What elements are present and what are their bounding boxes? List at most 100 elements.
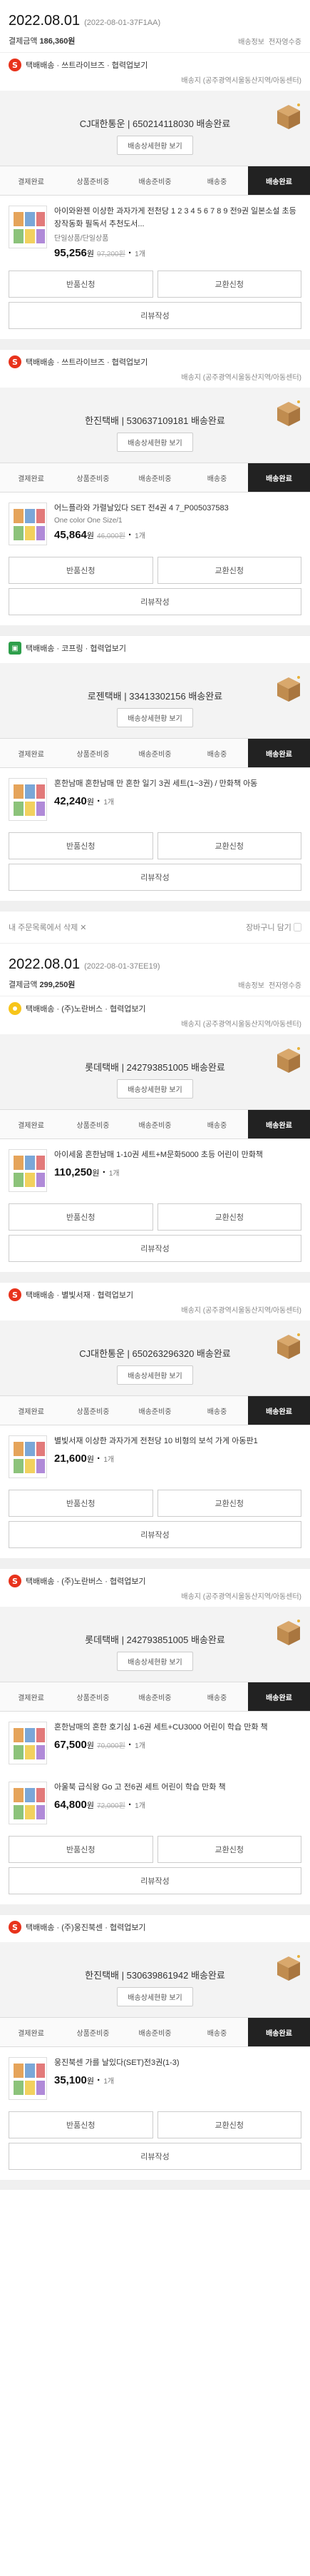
tracking-detail-button[interactable]: 배송상세현황 보기 (117, 1987, 193, 2007)
delivery-step: 배송중 (186, 1110, 248, 1139)
payment-label: 결제금액 (9, 981, 38, 990)
review-button[interactable]: 리뷰작성 (9, 864, 301, 892)
review-button[interactable]: 리뷰작성 (9, 1867, 301, 1895)
product-price: 67,500원 70,000원 · 1개 (54, 1738, 145, 1751)
product-title[interactable]: 혼한남매 혼한남매 만 혼한 일기 3권 세트(1~3권) / 만화책 아동 (54, 778, 301, 791)
tracking-detail-button[interactable]: 배송상세현황 보기 (117, 136, 193, 155)
exchange-button[interactable]: 교환신청 (157, 557, 301, 585)
section-divider (0, 2180, 310, 2191)
shipment-seller[interactable]: 택배배송 · 쓰트라이브즈 · 협력업보기 (26, 356, 148, 368)
delivery-steps: 결제완료 상품준비중 배송준비중 배송중 배송완료 (0, 2017, 310, 2048)
package-icon (274, 1330, 303, 1360)
delivery-step: 결제완료 (0, 166, 62, 195)
return-button[interactable]: 반품신청 (9, 1836, 153, 1864)
shipment-seller[interactable]: 택배배송 · (주)노란버스 · 협력업보기 (26, 1003, 146, 1014)
shipment: S 택배배송 · 별빛서재 · 협력업보기 배송지 (공주광역시울동산지역/아동센터… (0, 1282, 310, 1569)
tracking-panel: 롯데택배 | 242793851005 배송완료 배송상세현황 보기 (0, 1607, 310, 1682)
tracking-detail-button[interactable]: 배송상세현황 보기 (117, 1079, 193, 1099)
return-button[interactable]: 반품신청 (9, 1490, 153, 1517)
return-button[interactable]: 반품신청 (9, 557, 153, 585)
product-quantity: 1개 (135, 1742, 145, 1750)
review-button[interactable]: 리뷰작성 (9, 2143, 301, 2171)
product-item: 혼한남매 혼한남매 만 혼한 일기 3권 세트(1~3권) / 만화책 아동 42… (0, 768, 310, 828)
action-buttons: 반품신청 교환신청 (0, 1199, 310, 1235)
shipment-seller[interactable]: 택배배송 · (주)웅진북센 · 협력업보기 (26, 1921, 146, 1933)
product-thumbnail[interactable] (9, 206, 47, 248)
shipment-address (0, 1934, 310, 1942)
tracking-detail-button[interactable]: 배송상세현황 보기 (117, 1365, 193, 1385)
product-item: 웅진북센 가를 날있다(SET)전3권(1-3) 35,100원 · 1개 (0, 2047, 310, 2107)
seller-badge-icon: S (9, 355, 21, 369)
product-thumbnail[interactable] (9, 1782, 47, 1825)
product-thumbnail[interactable] (9, 1722, 47, 1765)
price-unit: 원 (86, 1455, 95, 1464)
shipment-seller[interactable]: 택배배송 · 쓰트라이브즈 · 협력업보기 (26, 59, 148, 71)
product-title[interactable]: 웅진북센 가를 날있다(SET)전3권(1-3) (54, 2057, 301, 2070)
order-link[interactable]: 전자영수증 (269, 36, 301, 46)
product-thumbnail[interactable] (9, 1435, 47, 1479)
delivery-step: 배송중 (186, 1396, 248, 1425)
payment-amount: 299,250원 (39, 981, 76, 990)
product-info: 별빛서재 이상한 과자가게 전천당 10 비형의 보석 가게 아동판1 21,60… (54, 1435, 301, 1478)
product-title[interactable]: 아이와완젠 이상한 과자가게 전천당 1 2 3 4 5 6 7 8 9 전9권… (54, 206, 301, 231)
delivery-step: 배송완료 (248, 463, 310, 493)
price-unit: 원 (86, 531, 95, 540)
product-title[interactable]: 별빛서재 이상한 과자가게 전천당 10 비형의 보석 가게 아동판1 (54, 1435, 301, 1448)
return-button[interactable]: 반품신청 (9, 271, 153, 298)
product-thumbnail[interactable] (9, 778, 47, 822)
delivery-step: 배송완료 (248, 166, 310, 195)
exchange-button[interactable]: 교환신청 (157, 1490, 301, 1517)
product-thumbnail[interactable] (9, 502, 47, 546)
exchange-button[interactable]: 교환신청 (157, 832, 301, 860)
product-option: 단일상품/단일상품 (54, 235, 109, 243)
return-button[interactable]: 반품신청 (9, 1203, 153, 1231)
delivery-step: 상품준비중 (62, 166, 124, 195)
exchange-button[interactable]: 교환신청 (157, 1836, 301, 1864)
product-option: One color One Size/1 (54, 516, 123, 525)
order-link[interactable]: 배송정보 (238, 979, 264, 990)
review-button[interactable]: 리뷰작성 (9, 1521, 301, 1549)
review-button[interactable]: 리뷰작성 (9, 302, 301, 330)
tracking-detail-button[interactable]: 배송상세현황 보기 (117, 433, 193, 453)
product-title[interactable]: 아울북 급식왕 Go 고 전6권 세트 어린이 학습 만화 책 (54, 1782, 301, 1794)
product-thumbnail[interactable] (9, 2057, 47, 2101)
return-button[interactable]: 반품신청 (9, 2111, 153, 2139)
product-price: 45,864원 46,000원 · 1개 (54, 528, 145, 541)
product-info: 어느플라와 가렬날있다 SET 전4권 4 7_P005037583 One co… (54, 502, 301, 545)
shipment-seller[interactable]: 택배배송 · 코프링 · 협력업보기 (26, 642, 126, 654)
delivery-step: 배송완료 (248, 1396, 310, 1425)
action-buttons: 반품신청 교환신청 (0, 1485, 310, 1521)
package-icon (274, 673, 303, 703)
product-title[interactable]: 혼한남매의 혼한 호기심 1-6권 세트+CU3000 어린이 학습 만화 책 (54, 1722, 301, 1734)
shipment-seller[interactable]: 택배배송 · (주)노란버스 · 협력업보기 (26, 1575, 146, 1587)
shipment: S 택배배송 · 쓰트라이브즈 · 협력업보기 배송지 (공주광역시울동산지역/아동… (0, 52, 310, 350)
product-title[interactable]: 아이세움 혼한남매 1-10권 세트+M문화5000 초등 어린이 만화책 (54, 1149, 301, 1162)
delivery-step: 결제완료 (0, 739, 62, 768)
exchange-button[interactable]: 교환신청 (157, 2111, 301, 2139)
seller-badge-icon: S (9, 1288, 21, 1302)
order-link[interactable]: 전자영수증 (269, 979, 301, 990)
product-thumbnail[interactable] (9, 1149, 47, 1193)
add-to-cart-button[interactable]: 장바구니 담기 ▢ (246, 921, 301, 933)
exchange-button[interactable]: 교환신청 (157, 271, 301, 298)
shipment: S 택배배송 · 쓰트라이브즈 · 협력업보기 배송지 (공주광역시울동산지역/아동… (0, 349, 310, 636)
order-group: 2022.08.01 (2022-08-01-37EE19) 결제금액 299,25… (0, 944, 310, 2191)
section-divider (0, 1558, 310, 1569)
order-link[interactable]: 배송정보 (238, 36, 264, 46)
delete-order-button[interactable]: 내 주문목록에서 삭제 ✕ (9, 921, 86, 933)
tracking-panel: 한진택배 | 530639861942 배송완료 배송상세현황 보기 (0, 1942, 310, 2018)
shipment-seller[interactable]: 택배배송 · 별빛서재 · 협력업보기 (26, 1289, 133, 1300)
review-button[interactable]: 리뷰작성 (9, 1235, 301, 1263)
review-button[interactable]: 리뷰작성 (9, 588, 301, 616)
delivery-step: 배송준비중 (124, 1110, 186, 1139)
exchange-button[interactable]: 교환신청 (157, 1203, 301, 1231)
tracking-detail-button[interactable]: 배송상세현황 보기 (117, 708, 193, 728)
action-buttons: 반품신청 교환신청 (0, 828, 310, 864)
delivery-step: 배송중 (186, 166, 248, 195)
delivery-step: 배송중 (186, 739, 248, 768)
product-title[interactable]: 어느플라와 가렬날있다 SET 전4권 4 7_P005037583 (54, 502, 301, 515)
price-value: 42,240 (54, 794, 87, 807)
return-button[interactable]: 반품신청 (9, 832, 153, 860)
shipment-address: 배송지 (공주광역시울동산지역/아동센터) (181, 1021, 301, 1029)
tracking-detail-button[interactable]: 배송상세현황 보기 (117, 1652, 193, 1672)
